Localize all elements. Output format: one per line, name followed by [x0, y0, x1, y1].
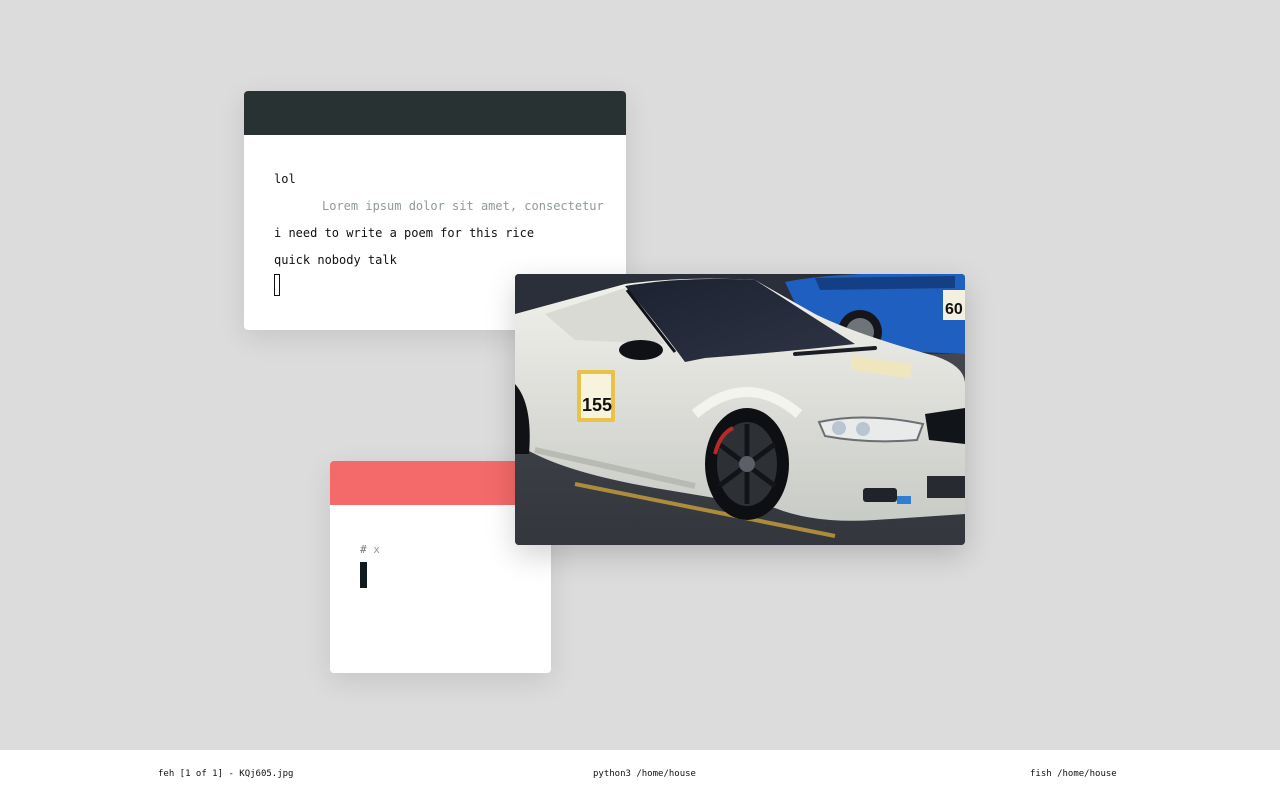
prompt-text: x — [373, 543, 380, 556]
background-plate-number: 60 — [945, 301, 963, 318]
terminal-cursor[interactable] — [360, 562, 367, 588]
chat-line: lol — [274, 172, 296, 186]
prompt-symbol: # — [360, 543, 367, 556]
taskbar-item-python3[interactable]: python3 /home/house — [593, 769, 696, 779]
car-photo: 60 155 — [515, 274, 965, 545]
race-number: 155 — [582, 395, 612, 415]
taskbar: feh [1 of 1] - KQj605.jpg python3 /home/… — [0, 750, 1280, 800]
chat-line: quick nobody talk — [274, 253, 397, 267]
taskbar-item-fish[interactable]: fish /home/house — [1030, 769, 1117, 779]
terminal-prompt: # x — [360, 543, 380, 556]
image-viewer-window[interactable]: 60 155 — [515, 274, 965, 545]
chat-window-titlebar[interactable] — [244, 91, 626, 135]
chat-line-placeholder: Lorem ipsum dolor sit amet, consectetur — [322, 199, 604, 213]
chat-line: i need to write a poem for this rice — [274, 226, 535, 240]
desktop: lol Lorem ipsum dolor sit amet, consecte… — [0, 0, 1280, 750]
text-cursor[interactable] — [274, 274, 280, 296]
taskbar-item-feh[interactable]: feh [1 of 1] - KQj605.jpg — [158, 769, 293, 779]
